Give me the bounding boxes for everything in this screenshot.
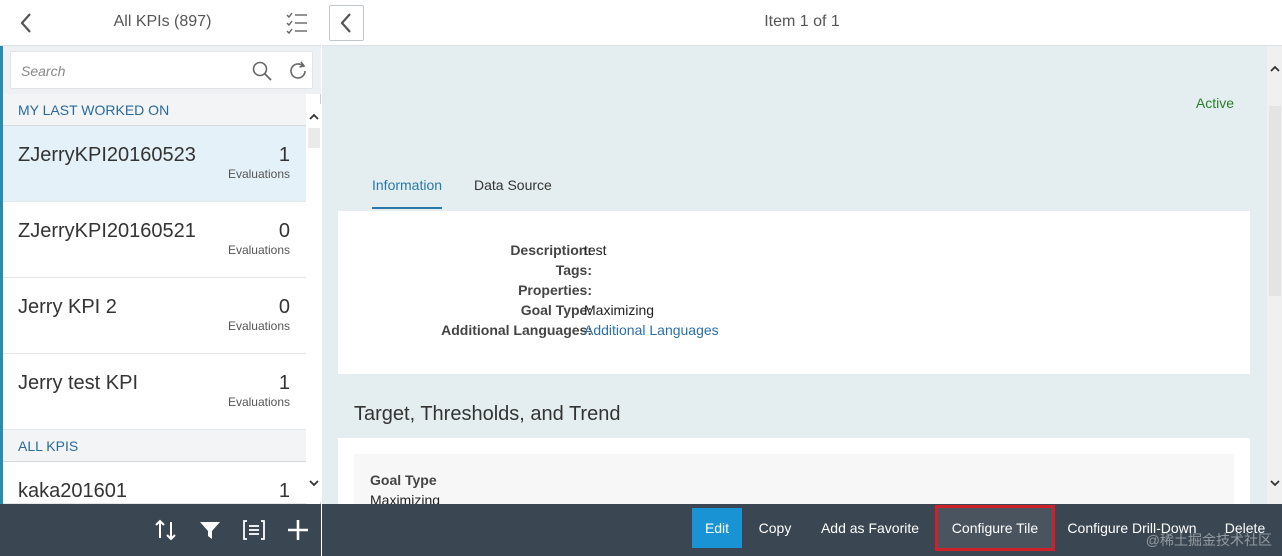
group-icon[interactable] [241,517,267,543]
additional-languages-label: Additional Languages: [441,322,592,338]
detail-scrollbar[interactable] [1267,46,1282,504]
scroll-thumb[interactable] [1269,106,1281,296]
section-goal-type-label: Goal Type [370,472,437,488]
back-icon[interactable] [14,10,40,36]
goal-type-value: Maximizing [584,302,655,318]
section-title: Target, Thresholds, and Trend [354,403,621,425]
chevron-up-icon[interactable] [308,110,320,122]
list-item-title: kaka201601 [18,480,127,502]
configure-tile-button[interactable]: Configure Tile [938,508,1052,548]
chevron-up-icon[interactable] [1269,62,1281,74]
list-item[interactable]: ZJerryKPI20160523 1 Evaluations [3,126,306,202]
list-item[interactable]: Jerry KPI 2 0 Evaluations [3,278,306,354]
information-panel: Description: test Tags: Properties: Goal… [338,211,1250,374]
list-item-number: 0 [278,220,290,242]
detail-header: Item 1 of 1 [322,0,1282,46]
list-item[interactable]: ZJerryKPI20160521 0 Evaluations [3,202,306,278]
list-item-number: 0 [278,296,290,318]
tab-data-source[interactable]: Data Source [474,177,552,193]
master-scrollbar[interactable] [306,104,321,502]
goal-type-label: Goal Type: [520,302,592,318]
master-title: All KPIs (897) [113,13,212,30]
list-item-unit: Evaluations [227,243,290,257]
add-icon[interactable] [285,517,311,543]
edit-button[interactable]: Edit [692,508,742,548]
detail-footer: Edit Copy Add as Favorite Configure Tile… [322,504,1282,556]
list-item-unit: Evaluations [227,395,290,409]
description-value: test [584,242,607,258]
properties-label: Properties: [518,282,592,298]
list-item-title: ZJerryKPI20160521 [18,220,196,242]
multi-select-icon[interactable] [284,10,310,36]
additional-languages-link[interactable]: Additional Languages [584,322,719,338]
master-footer [0,504,321,556]
object-header: Active Information Data Source [322,46,1267,211]
targets-panel: Goal Type Maximizing [338,438,1250,514]
sort-icon[interactable] [153,517,179,543]
scroll-thumb[interactable] [308,128,320,148]
list-item-unit: Evaluations [227,319,290,333]
list-item[interactable]: kaka201601 1 [3,462,306,504]
detail-title: Item 1 of 1 [764,13,840,30]
list-item-number: 1 [278,480,290,502]
copy-button[interactable]: Copy [752,508,798,548]
search-box [10,51,313,89]
search-bar [3,46,321,94]
group-header-recent: MY LAST WORKED ON [3,94,306,126]
chevron-down-icon[interactable] [308,476,320,488]
list-item-title: Jerry KPI 2 [18,296,117,318]
refresh-icon[interactable] [287,60,309,82]
detail-pane: Item 1 of 1 Active Information Data Sour… [322,0,1282,556]
watermark: @稀土掘金技术社区 [1145,532,1272,548]
search-icon[interactable] [251,60,273,82]
status-label: Active [1195,95,1234,111]
add-favorite-button[interactable]: Add as Favorite [812,508,928,548]
tab-information[interactable]: Information [372,177,442,193]
tab-active-indicator [372,207,442,209]
master-pane: All KPIs (897) MY LAST WORKED ON ZJerr [0,0,321,556]
list-item-number: 1 [278,144,290,166]
chevron-down-icon[interactable] [1269,476,1281,488]
description-label: Description: [510,242,592,258]
list-item-title: Jerry test KPI [18,372,139,394]
list-item[interactable]: Jerry test KPI 1 Evaluations [3,354,306,430]
group-header-all: ALL KPIS [3,430,306,462]
list-item-number: 1 [278,372,290,394]
list-item-unit: Evaluations [227,167,290,181]
filter-icon[interactable] [197,517,223,543]
list-item-title: ZJerryKPI20160523 [18,144,196,166]
search-input[interactable] [21,61,241,81]
master-header: All KPIs (897) [0,0,321,46]
tags-label: Tags: [555,262,592,278]
